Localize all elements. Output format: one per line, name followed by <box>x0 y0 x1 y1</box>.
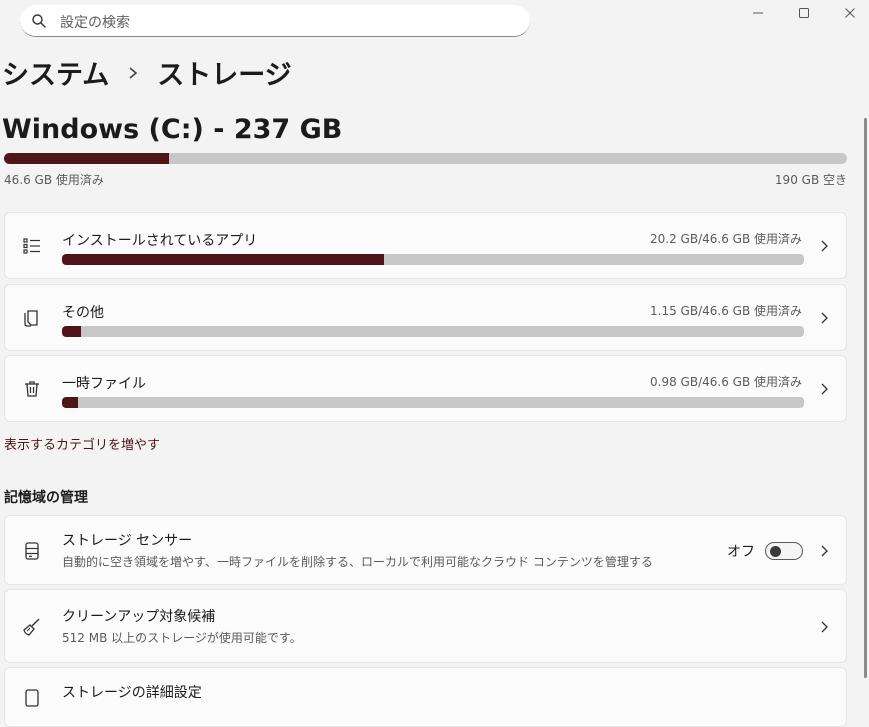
advanced-storage-settings-title: ストレージの詳細設定 <box>62 685 202 701</box>
category-label: 一時ファイル <box>62 376 146 392</box>
trash-icon <box>25 381 39 397</box>
breadcrumb-parent[interactable]: システム <box>2 53 109 92</box>
storage-drive-icon <box>25 542 39 560</box>
document-icon <box>24 310 38 327</box>
advanced-storage-settings-card[interactable]: ストレージの詳細設定 <box>4 667 847 727</box>
search-placeholder: 設定の検索 <box>60 15 130 31</box>
broom-icon <box>23 618 40 636</box>
storage-sense-description: 自動的に空き領域を増やす、一時ファイルを削除する、ローカルで利用可能なクラウド … <box>62 555 653 569</box>
toggle-knob <box>770 546 781 557</box>
category-label: その他 <box>62 305 104 321</box>
category-usage: 20.2 GB/46.6 GB 使用済み <box>650 232 802 246</box>
show-more-categories-link[interactable]: 表示するカテゴリを増やす <box>4 434 160 453</box>
search-box[interactable]: 設定の検索 <box>20 5 530 37</box>
chevron-right-icon <box>821 621 828 633</box>
category-label: インストールされているアプリ <box>62 233 258 249</box>
storage-management-heading: 記憶域の管理 <box>4 490 88 506</box>
maximize-button[interactable] <box>781 0 827 26</box>
drive-used-label: 46.6 GB 使用済み <box>4 173 104 187</box>
category-usage: 0.98 GB/46.6 GB 使用済み <box>650 375 802 389</box>
category-card-other[interactable]: その他 1.15 GB/46.6 GB 使用済み <box>4 284 847 351</box>
category-usage-fill <box>62 326 81 337</box>
chevron-right-icon <box>821 312 828 324</box>
maximize-icon <box>799 8 809 18</box>
scrollbar[interactable] <box>864 118 867 678</box>
drive-usage-fill <box>4 153 170 164</box>
close-button[interactable] <box>827 0 869 26</box>
category-card-apps[interactable]: インストールされているアプリ 20.2 GB/46.6 GB 使用済み <box>4 212 847 279</box>
chevron-right-icon <box>821 383 828 395</box>
category-usage-fill <box>62 254 385 265</box>
search-icon <box>32 14 46 28</box>
storage-sense-toggle[interactable] <box>765 542 803 560</box>
cleanup-description: 512 MB 以上のストレージが使用可能です。 <box>62 631 302 645</box>
drive-title: Windows (C:) - 237 GB <box>2 114 343 145</box>
minimize-icon <box>753 12 763 14</box>
drive-usage-bar <box>4 153 847 164</box>
storage-settings-icon <box>25 689 39 707</box>
chevron-right-icon <box>821 240 828 252</box>
list-icon <box>23 238 40 254</box>
storage-sense-card[interactable]: ストレージ センサー 自動的に空き領域を増やす、一時ファイルを削除する、ローカル… <box>4 515 847 585</box>
cleanup-title: クリーンアップ対象候補 <box>62 609 216 625</box>
chevron-right-icon <box>821 545 828 557</box>
minimize-button[interactable] <box>735 0 781 26</box>
close-icon <box>845 8 855 18</box>
storage-sense-toggle-label: オフ <box>727 544 755 560</box>
category-usage-bar <box>62 326 804 337</box>
drive-free-label: 190 GB 空き <box>774 173 847 187</box>
category-usage-bar <box>62 397 804 408</box>
category-usage-fill <box>62 397 78 408</box>
category-card-temp[interactable]: 一時ファイル 0.98 GB/46.6 GB 使用済み <box>4 355 847 422</box>
category-usage: 1.15 GB/46.6 GB 使用済み <box>650 304 802 318</box>
chevron-right-icon <box>129 66 138 79</box>
storage-sense-title: ストレージ センサー <box>62 533 193 549</box>
cleanup-recommendations-card[interactable]: クリーンアップ対象候補 512 MB 以上のストレージが使用可能です。 <box>4 589 847 663</box>
category-usage-bar <box>62 254 804 265</box>
breadcrumb: システム ストレージ <box>2 53 292 92</box>
page-title: ストレージ <box>157 60 292 91</box>
